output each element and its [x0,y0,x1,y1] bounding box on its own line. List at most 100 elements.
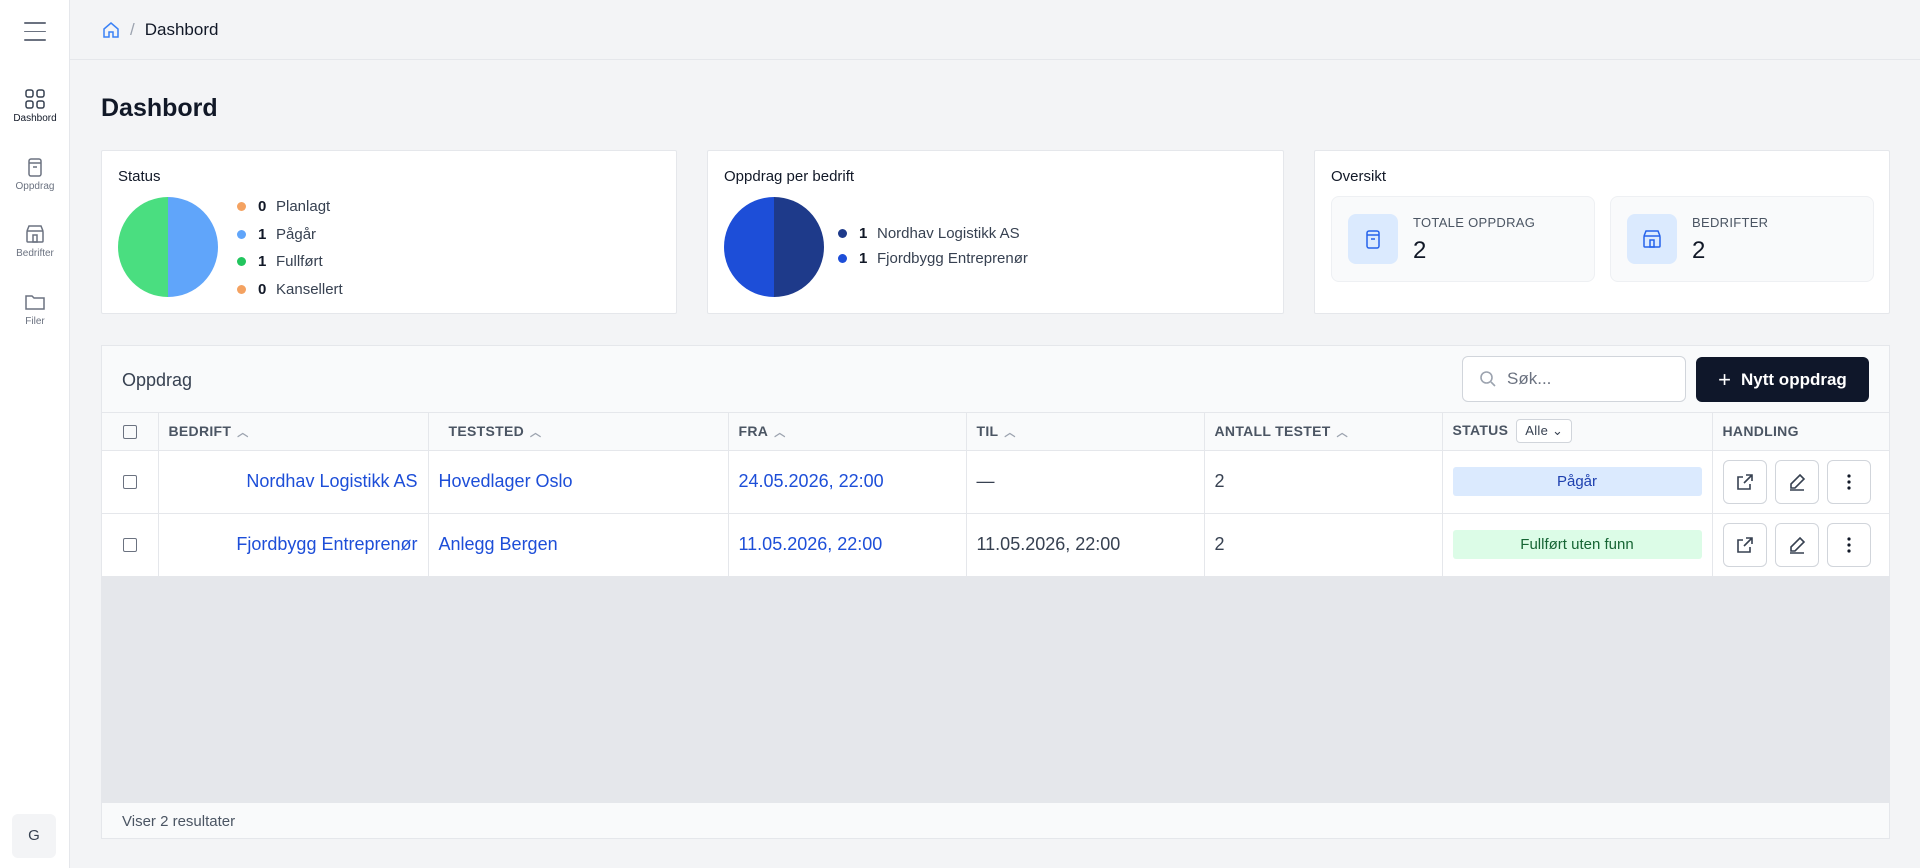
stat-value: 2 [1413,237,1427,264]
legend-dot [237,257,246,267]
table-row: Nordhav Logistikk AS Hovedlager Oslo 24.… [102,450,1889,514]
page-title: Dashbord [101,94,218,122]
legend-dot [237,202,246,212]
pencil-icon [1789,473,1805,491]
cell-til: — [966,450,1205,514]
company-link[interactable]: Fjordbygg Entreprenør [236,534,417,554]
sidebar-item-oppdrag[interactable]: Oppdrag [0,156,70,192]
pie-slice-fullfort [118,197,168,297]
cell-teststed: Anlegg Bergen [428,513,729,577]
column-header-bedrift[interactable]: BEDRIFT ︿ [158,413,429,451]
menu-icon[interactable] [24,22,46,42]
legend-count: 1 [859,250,868,267]
panel-title: Oppdrag [122,370,193,390]
legend-dot [838,254,847,263]
column-label: TIL [976,422,999,439]
results-count: Viser 2 resultater [122,813,236,830]
column-header-teststed[interactable]: TESTSTED ︿ [428,413,729,451]
cell-bedrift: Fjordbygg Entreprenør [158,513,429,577]
column-header-antall-testet[interactable]: ANTALL TESTET ︿ [1204,413,1443,451]
column-label: TESTSTED [448,422,525,439]
sidebar-item-bedrifter[interactable]: Bedrifter [0,223,70,259]
sidebar-item-label: Bedrifter [16,248,54,259]
breadcrumb: / Dashbord [102,20,218,40]
sort-asc-icon: ︿ [774,426,786,439]
company-link[interactable]: Nordhav Logistikk AS [246,471,417,491]
legend-label: Planlagt [276,198,331,216]
stat-label: TOTALE OPPDRAG [1413,215,1536,230]
breadcrumb-separator: / [130,20,135,39]
sidebar-item-label: Filer [25,316,45,327]
stat-total-oppdrag: TOTALE OPPDRAG 2 [1331,196,1595,282]
legend-dot [237,229,246,239]
row-checkbox[interactable] [122,475,137,490]
card-title: Oppdrag per bedrift [724,168,855,185]
open-button[interactable] [1722,522,1767,567]
cell-til: 11.05.2026, 22:00 [966,513,1205,577]
legend-item: 1 Pågår [237,221,343,249]
column-label: FRA [738,422,769,439]
panel-header: Oppdrag + Nytt oppdrag [102,346,1889,413]
row-select-cell [102,513,159,577]
cell-fra: 11.05.2026, 22:00 [728,513,967,577]
cell-handling [1712,513,1889,577]
oppdrag-table: BEDRIFT ︿ TESTSTED ︿ FRA ︿ TIL ︿ ANTALL TEST… [102,413,1889,577]
search-box[interactable] [1462,356,1686,402]
column-label: BEDRIFT [168,422,232,439]
site-link[interactable]: Hovedlager Oslo [439,471,573,491]
sort-asc-icon: ︿ [1004,426,1016,439]
company-pie-chart [724,197,824,297]
legend-count: 0 [258,198,267,216]
cell-fra: 24.05.2026, 22:00 [728,450,967,514]
column-header-til[interactable]: TIL ︿ [966,413,1205,451]
edit-button[interactable] [1774,459,1819,504]
site-link[interactable]: Anlegg Bergen [439,534,558,554]
sort-asc-icon: ︿ [237,426,249,439]
legend-label: Kansellert [276,280,343,298]
status-filter-select[interactable]: Alle ⌄ [1516,419,1573,444]
chevron-down-icon: ⌄ [1552,423,1564,439]
company-legend: 1 Nordhav Logistikk AS 1 Fjordbygg Entrepr… [838,221,1028,271]
row-checkbox[interactable] [122,538,137,553]
row-select-cell [102,450,159,514]
more-options-button[interactable] [1826,522,1871,567]
pencil-icon [1789,536,1805,554]
top-bar: / Dashbord [70,0,1920,60]
status-badge: Pågår [1452,467,1702,496]
status-card: Status 0 Planlagt 1 Pågår 1 Fullført 0 Kanse… [101,150,677,314]
table-footer: Viser 2 resultater [102,802,1889,838]
from-link[interactable]: 11.05.2026, 22:00 [739,534,883,554]
grid-icon [25,89,45,109]
clipboard-icon [1348,214,1398,264]
new-oppdrag-label: Nytt oppdrag [1741,369,1847,389]
legend-label: Fullført [276,253,323,271]
company-card: Oppdrag per bedrift 1 Nordhav Logistikk A… [707,150,1284,314]
sidebar-item-dashbord[interactable]: Dashbord [0,88,70,124]
search-icon [1480,371,1496,387]
new-oppdrag-button[interactable]: + Nytt oppdrag [1696,357,1869,402]
legend-count: 1 [258,225,267,243]
more-options-button[interactable] [1826,459,1871,504]
legend-item: 1 Fjordbygg Entreprenør [838,246,1028,271]
search-input[interactable] [1507,369,1667,389]
sidebar-item-filer[interactable]: Filer [0,291,70,327]
overview-card: Oversikt TOTALE OPPDRAG 2 BEDRIFTER 2 [1314,150,1890,314]
open-button[interactable] [1722,459,1767,504]
legend-item: 1 Fullført [237,248,343,276]
edit-button[interactable] [1774,522,1819,567]
legend-item: 0 Planlagt [237,193,343,221]
column-label: ANTALL TESTET [1214,422,1331,439]
column-label: HANDLING [1722,423,1799,440]
legend-label: Nordhav Logistikk AS [877,225,1020,242]
more-vertical-icon [1846,536,1851,553]
external-link-icon [1736,536,1753,553]
select-all-checkbox[interactable] [122,425,137,440]
avatar[interactable]: G [12,814,56,858]
legend-count: 0 [258,280,267,298]
store-icon [1627,214,1677,264]
column-header-status: STATUS Alle ⌄ [1442,413,1713,451]
column-header-fra[interactable]: FRA ︿ [728,413,967,451]
home-icon[interactable] [102,21,120,39]
from-link[interactable]: 24.05.2026, 22:00 [739,471,884,491]
oppdrag-panel: Oppdrag + Nytt oppdrag BEDRIFT ︿ TESTSTED… [101,345,1890,839]
